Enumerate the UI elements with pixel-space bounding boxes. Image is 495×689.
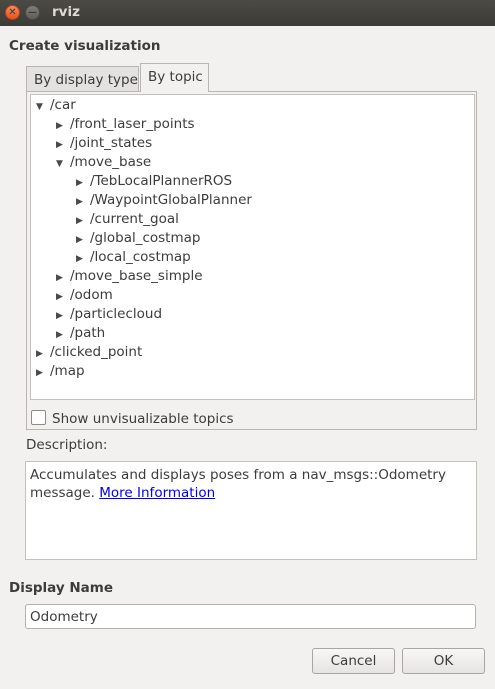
tab-by-topic[interactable]: By topic [140,63,209,92]
triangle-down-icon[interactable]: ▼ [36,98,50,117]
more-information-link[interactable]: More Information [99,485,215,501]
topic-tab-panel: ▼/car ▶/front_laser_points ▶/joint_states ▼… [26,91,477,430]
tree-item[interactable]: ▶/odom [56,286,113,305]
description-text: Accumulates and displays poses from a na… [30,467,446,501]
description-box: Accumulates and displays poses from a na… [25,461,477,560]
close-icon[interactable]: ✕ [5,5,20,20]
tree-item[interactable]: ▶/clicked_point [36,343,142,362]
tree-item[interactable]: ▶/WaypointGlobalPlanner [76,191,252,210]
tree-item[interactable]: ▶/joint_states [56,134,152,153]
display-name-input[interactable] [25,604,476,629]
tree-item[interactable]: ▶/current_goal [76,210,179,229]
tree-item[interactable]: ▼/move_base [56,153,151,172]
tree-item[interactable]: ▶/front_laser_points [56,115,195,134]
tree-item[interactable]: ▶/TebLocalPlannerROS [76,172,232,191]
show-unvisualizable-checkbox[interactable] [31,410,46,425]
tree-item-label: /odom [70,287,113,303]
dialog-heading: Create visualization [9,38,161,54]
title-bar: ✕ — rviz [0,0,495,26]
tree-item-label: /particlecloud [70,306,163,322]
topic-tree[interactable]: ▼/car ▶/front_laser_points ▶/joint_states ▼… [30,94,475,400]
tree-item[interactable]: ▶/local_costmap [76,248,191,267]
tree-item-label: /map [50,363,85,379]
description-label: Description: [26,437,108,453]
window-title: rviz [52,4,80,20]
tree-item-label: /joint_states [70,135,153,151]
tab-by-display-type[interactable]: By display type [26,66,139,91]
tree-item[interactable]: ▶/particlecloud [56,305,162,324]
show-unvisualizable-row[interactable]: Show unvisualizable topics [31,410,234,428]
tree-item-label: /local_costmap [90,249,191,265]
tree-item[interactable]: ▶/move_base_simple [56,267,203,286]
tree-item-label: /path [70,325,106,341]
triangle-right-icon[interactable]: ▶ [36,364,50,383]
tree-item-label: /current_goal [90,211,179,227]
tree-item-label: /move_base [70,154,152,170]
tree-item-label: /TebLocalPlannerROS [90,173,233,189]
tree-item[interactable]: ▼/car [36,96,76,115]
ok-button[interactable]: OK [402,648,485,674]
minimize-icon[interactable]: — [25,5,40,20]
tree-item-label: /WaypointGlobalPlanner [90,192,252,208]
tree-item-label: /car [50,97,76,113]
tree-item-label: /front_laser_points [70,116,195,132]
tree-item[interactable]: ▶/map [36,362,85,381]
show-unvisualizable-label: Show unvisualizable topics [52,411,234,427]
cancel-button[interactable]: Cancel [312,648,395,674]
tree-item-label: /global_costmap [90,230,201,246]
tree-item-label: /clicked_point [50,344,143,360]
tree-item-label: /move_base_simple [70,268,203,284]
tree-item[interactable]: ▶/global_costmap [76,229,200,248]
display-name-label: Display Name [9,580,113,596]
tree-item[interactable]: ▶/path [56,324,105,343]
triangle-down-icon[interactable]: ▼ [56,155,70,174]
